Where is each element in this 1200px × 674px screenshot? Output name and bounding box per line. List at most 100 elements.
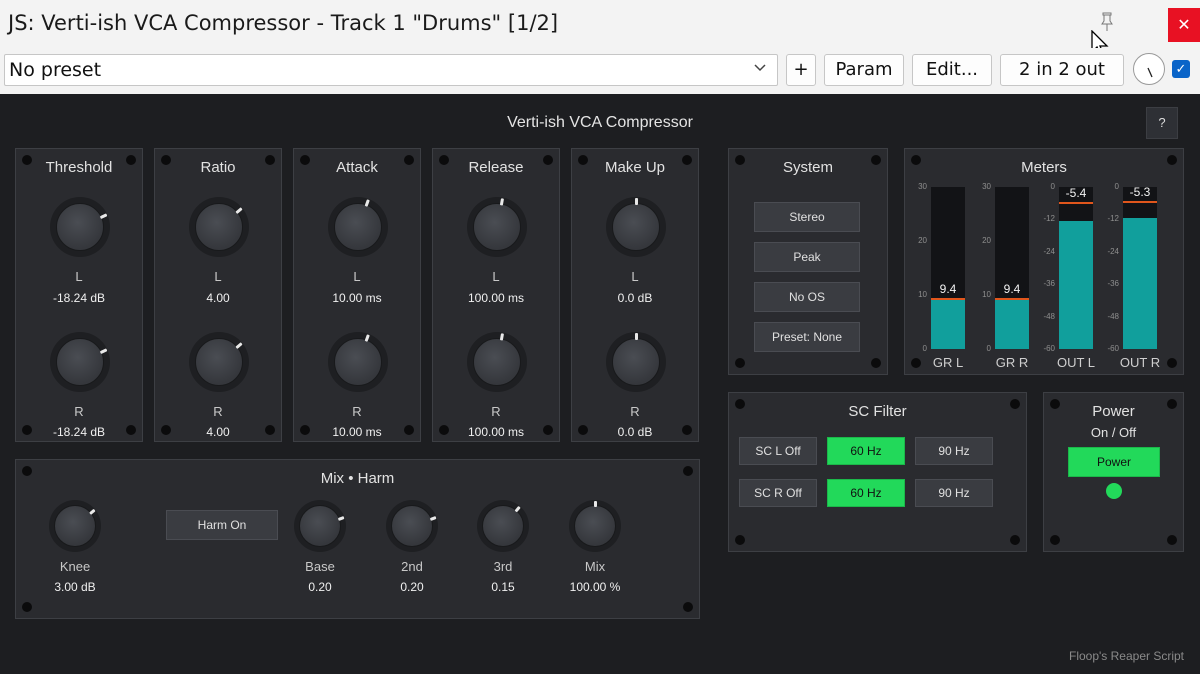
screw-icon	[126, 425, 136, 435]
panel-title: SC Filter	[848, 403, 907, 420]
screw-icon	[439, 425, 449, 435]
channel-label: L	[492, 269, 500, 284]
makeup-l-knob[interactable]	[606, 197, 666, 257]
meter-tick-label: 0	[1050, 182, 1055, 191]
stereo-button[interactable]: Stereo	[754, 202, 860, 232]
toolbar: No preset + Param Edit... 2 in 2 out	[0, 48, 1200, 94]
makeup-r-value: 0.0 dB	[617, 425, 653, 439]
screw-icon	[683, 466, 693, 476]
attack-r-knob[interactable]	[328, 332, 388, 392]
screw-icon	[682, 155, 692, 165]
close-button[interactable]: ✕	[1168, 8, 1200, 42]
screw-icon	[22, 425, 32, 435]
panel-title: Ratio	[200, 159, 236, 176]
attack-r-value: 10.00 ms	[332, 425, 382, 439]
power-button[interactable]: Power	[1068, 447, 1160, 477]
sc-l-60hz-button[interactable]: 60 Hz	[827, 437, 905, 465]
knob-cap	[574, 505, 616, 547]
third-harmonic-label: 3rd	[493, 559, 513, 574]
meter-tick-label: 30	[918, 182, 927, 191]
release-r-value: 100.00 ms	[467, 425, 525, 439]
knob-cap	[473, 203, 521, 251]
meter-tick-label: -60	[1043, 344, 1055, 353]
meter-tick-label: -24	[1107, 246, 1119, 256]
harm-on-button[interactable]: Harm On	[166, 510, 278, 540]
channel-label: R	[630, 404, 640, 419]
meter-tick-label: 0	[922, 344, 927, 353]
meter-tick-label: -12	[1107, 214, 1119, 224]
knob-cap	[391, 505, 433, 547]
knob-pointer	[514, 505, 521, 513]
attack-l-value: 10.00 ms	[332, 291, 382, 305]
screw-icon	[578, 155, 588, 165]
knob-pointer	[88, 508, 96, 515]
meters-panel: Meters 9.4 30 20 10 0 GR L 9.4 30 20 10 0 GR R -5.4 0…	[904, 148, 1184, 375]
knob-pointer	[234, 342, 243, 350]
preset-value: No preset	[9, 59, 102, 81]
meter-peak-line	[995, 298, 1029, 301]
base-knob[interactable]	[294, 500, 346, 552]
sc-r-90hz-button[interactable]: 90 Hz	[915, 479, 993, 507]
screw-icon	[126, 155, 136, 165]
meter-tick-label: -36	[1107, 279, 1119, 289]
third-harmonic-knob[interactable]	[477, 500, 529, 552]
power-subtitle: On / Off	[1090, 425, 1137, 440]
sc-l-90hz-button[interactable]: 90 Hz	[915, 437, 993, 465]
plugin-area: Verti-ish VCA Compressor ? Threshold L -…	[0, 94, 1200, 674]
release-r-knob[interactable]	[467, 332, 527, 392]
channel-label: L	[214, 269, 222, 284]
edit-button[interactable]: Edit...	[912, 54, 992, 86]
meter-tick-label: 0	[1114, 182, 1119, 191]
screw-icon	[265, 155, 275, 165]
wet-knob[interactable]	[1133, 53, 1165, 85]
meter-label: OUT L	[1056, 355, 1096, 370]
screw-icon	[735, 399, 745, 409]
io-button[interactable]: 2 in 2 out	[1000, 54, 1124, 86]
screw-icon	[22, 466, 32, 476]
param-button[interactable]: Param	[824, 54, 904, 86]
meter-tick-label: -48	[1043, 311, 1055, 321]
screw-icon	[871, 155, 881, 165]
screw-icon	[1167, 155, 1177, 165]
screw-icon	[1167, 535, 1177, 545]
threshold-l-knob[interactable]	[50, 197, 110, 257]
screw-icon	[543, 155, 553, 165]
knee-knob[interactable]	[49, 500, 101, 552]
help-button[interactable]: ?	[1146, 107, 1178, 139]
meter-readout: -5.4	[1065, 185, 1087, 200]
meter-tick-label: 10	[982, 290, 991, 299]
meter-peak-line	[1059, 201, 1093, 204]
sc-l-off-button[interactable]: SC L Off	[739, 437, 817, 465]
knob-cap	[473, 338, 521, 386]
sc-r-off-button[interactable]: SC R Off	[739, 479, 817, 507]
meter-tick-label: -12	[1043, 214, 1055, 224]
preset-dropdown[interactable]: No preset	[4, 54, 778, 86]
pin-icon[interactable]	[1099, 12, 1115, 32]
threshold-r-knob[interactable]	[50, 332, 110, 392]
screw-icon	[22, 155, 32, 165]
plugin-title: Verti-ish VCA Compressor	[507, 114, 693, 131]
channel-label: R	[352, 404, 362, 419]
knob-pointer	[499, 333, 504, 341]
makeup-r-knob[interactable]	[606, 332, 666, 392]
oversampling-button[interactable]: No OS	[754, 282, 860, 312]
title-bar: JS: Verti-ish VCA Compressor - Track 1 "…	[0, 0, 1200, 48]
release-l-knob[interactable]	[467, 197, 527, 257]
preset-button[interactable]: Preset: None	[754, 322, 860, 352]
peak-button[interactable]: Peak	[754, 242, 860, 272]
panel-title: Release	[468, 159, 524, 176]
attack-l-knob[interactable]	[328, 197, 388, 257]
mix-knob[interactable]	[569, 500, 621, 552]
sc-r-60hz-button[interactable]: 60 Hz	[827, 479, 905, 507]
add-preset-button[interactable]: +	[786, 54, 816, 86]
screw-icon	[161, 155, 171, 165]
ratio-r-knob[interactable]	[189, 332, 249, 392]
meter-tick-label: -60	[1107, 344, 1119, 353]
second-harmonic-knob[interactable]	[386, 500, 438, 552]
screw-icon	[735, 358, 745, 368]
power-led-icon	[1106, 483, 1122, 499]
enable-checkbox[interactable]: ✓	[1172, 60, 1190, 78]
ratio-l-knob[interactable]	[189, 197, 249, 257]
threshold-r-value: -18.24 dB	[52, 425, 106, 439]
meter-fill	[931, 298, 965, 349]
